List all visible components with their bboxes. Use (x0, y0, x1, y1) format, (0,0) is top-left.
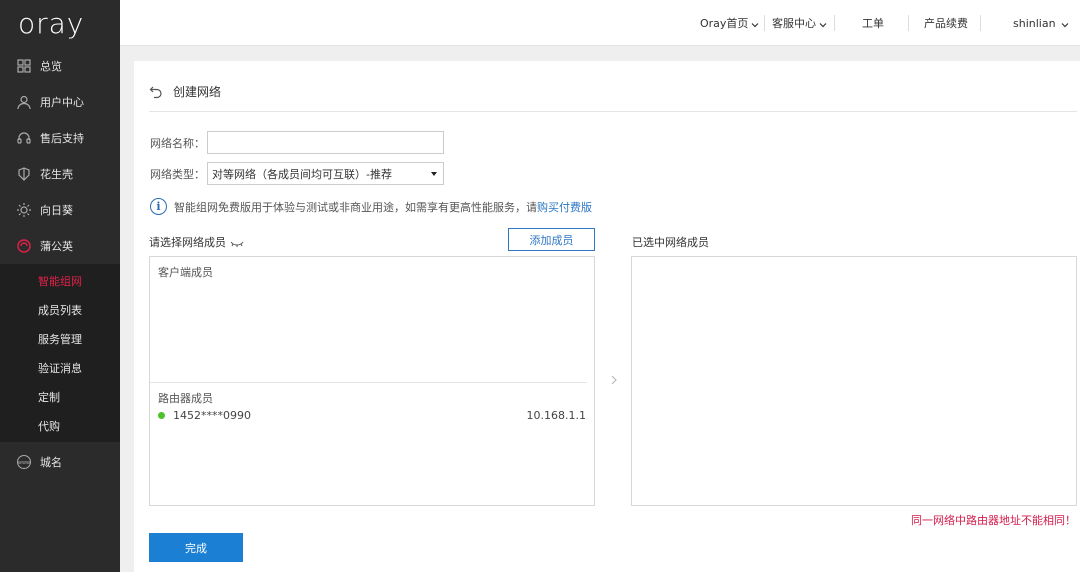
subnav-item-service-management[interactable]: 服务管理 (0, 324, 120, 353)
info-icon: i (150, 198, 167, 215)
sidebar-item-label: 城名 (40, 456, 62, 469)
sidebar-item-label: 售后支持 (40, 132, 84, 145)
free-version-notice: i 智能组网免费版用于体验与测试或非商业用途，如需享有更高性能服务，请 购买付费… (150, 198, 592, 215)
done-button[interactable]: 完成 (149, 533, 243, 562)
topnav-service-label: 客服中心 (772, 17, 816, 30)
watermark-text: 什么值得买 (948, 536, 1044, 559)
select-members-label: 请选择网络成员 (149, 234, 244, 250)
sidebar-item-sunlogin[interactable]: 向日葵 (0, 192, 120, 228)
chevron-down-icon (751, 19, 759, 28)
sidebar-item-label: 总览 (40, 60, 62, 73)
page-header: 创建网络 (149, 85, 1077, 112)
topnav-service[interactable]: 客服中心 (772, 0, 827, 46)
sidebar-item-label: 花生壳 (40, 168, 73, 181)
oray-logo[interactable]: oray (0, 0, 120, 46)
buy-paid-version-link[interactable]: 购买付费版 (537, 199, 592, 215)
username: shinlian (1013, 16, 1056, 30)
topnav-ticket[interactable]: 工单 (862, 0, 884, 46)
sidebar-item-domain[interactable]: www 城名 (0, 444, 120, 480)
topnav-divider (764, 15, 765, 31)
network-type-value: 对等网络（各成员间均可互联）-推荐 (212, 167, 392, 181)
network-name-row: 网络名称： (150, 131, 444, 154)
chevron-right-icon[interactable] (609, 373, 619, 387)
shell-icon (16, 166, 32, 182)
grid-icon (16, 58, 32, 74)
sidebar-subnav: 智能组网 成员列表 服务管理 验证消息 定制 代购 (0, 264, 120, 442)
subnav-item-purchase[interactable]: 代购 (0, 411, 120, 440)
eye-closed-icon[interactable] (230, 238, 244, 247)
topnav-renew[interactable]: 产品续费 (924, 0, 968, 46)
user-menu[interactable]: shinlian (1013, 0, 1069, 46)
chevron-down-icon (1061, 19, 1069, 28)
member-ip: 10.168.1.1 (526, 409, 586, 422)
sidebar-item-support[interactable]: 售后支持 (0, 120, 120, 156)
sidebar-item-pgy[interactable]: 蒲公英 (0, 228, 120, 264)
svg-text:www: www (18, 460, 30, 466)
www-icon: www (16, 454, 32, 470)
sidebar-nav: 总览 用户中心 售后支持 花生壳 向日葵 蒲公英 (0, 48, 120, 264)
list-item[interactable]: 1452****0990 10.168.1.1 (158, 409, 586, 422)
chevron-down-icon (819, 19, 827, 28)
sunflower-icon (16, 202, 32, 218)
network-type-label: 网络类型： (150, 167, 205, 181)
page-title: 创建网络 (173, 85, 222, 99)
watermark-badge: 值 (912, 531, 942, 561)
topnav-home[interactable]: Oray首页 (700, 0, 759, 46)
headset-icon (16, 130, 32, 146)
network-type-select[interactable]: 对等网络（各成员间均可互联）-推荐 (207, 162, 444, 185)
subnav-item-smart-network[interactable]: 智能组网 (0, 266, 120, 295)
available-members-list[interactable]: 客户端成员 路由器成员 1452****0990 10.168.1.1 (149, 256, 595, 506)
router-members-group: 路由器成员 (158, 392, 213, 405)
topnav-divider (834, 15, 835, 31)
subnav-item-customize[interactable]: 定制 (0, 382, 120, 411)
sidebar-item-phddns[interactable]: 花生壳 (0, 156, 120, 192)
selected-members-label: 已选中网络成员 (632, 236, 709, 249)
add-member-button[interactable]: 添加成员 (508, 228, 595, 251)
member-id: 1452****0990 (173, 409, 251, 422)
select-members-text: 请选择网络成员 (149, 236, 226, 249)
sidebar-item-user-center[interactable]: 用户中心 (0, 84, 120, 120)
network-type-row: 网络类型： 对等网络（各成员间均可互联）-推荐 (150, 162, 444, 185)
topnav-divider (980, 15, 981, 31)
dandelion-icon (16, 238, 32, 254)
topnav-home-label: Oray首页 (700, 17, 749, 30)
smzdm-watermark: 值 什么值得买 (912, 530, 1072, 562)
topnav-divider (908, 15, 909, 31)
notice-text: 智能组网免费版用于体验与测试或非商业用途，如需享有更高性能服务，请 (174, 200, 537, 214)
online-status-dot (158, 412, 165, 419)
subnav-item-member-list[interactable]: 成员列表 (0, 295, 120, 324)
sidebar: oray 总览 用户中心 售后支持 花生壳 向日葵 蒲公英 智能组网 成员列表 … (0, 0, 120, 572)
top-bar: Oray首页 客服中心 工单 产品续费 shinlian (120, 0, 1080, 46)
network-name-input[interactable] (207, 131, 444, 154)
create-network-panel: 创建网络 网络名称： 网络类型： 对等网络（各成员间均可互联）-推荐 i 智能组… (134, 61, 1080, 572)
subnav-item-verify-messages[interactable]: 验证消息 (0, 353, 120, 382)
sidebar-nav-bottom: www 城名 (0, 444, 120, 480)
sidebar-item-label: 蒲公英 (40, 240, 73, 253)
dropdown-arrow-icon (431, 172, 437, 176)
sidebar-item-overview[interactable]: 总览 (0, 48, 120, 84)
sidebar-item-label: 向日葵 (40, 204, 73, 217)
group-divider (150, 382, 587, 383)
selected-members-list[interactable] (631, 256, 1077, 506)
back-arrow-icon[interactable] (149, 85, 163, 99)
user-icon (16, 94, 32, 110)
network-name-label: 网络名称： (150, 136, 205, 150)
router-address-warning: 同一网络中路由器地址不能相同！ (911, 514, 1076, 527)
client-members-group: 客户端成员 (158, 266, 213, 279)
sidebar-item-label: 用户中心 (40, 96, 84, 109)
